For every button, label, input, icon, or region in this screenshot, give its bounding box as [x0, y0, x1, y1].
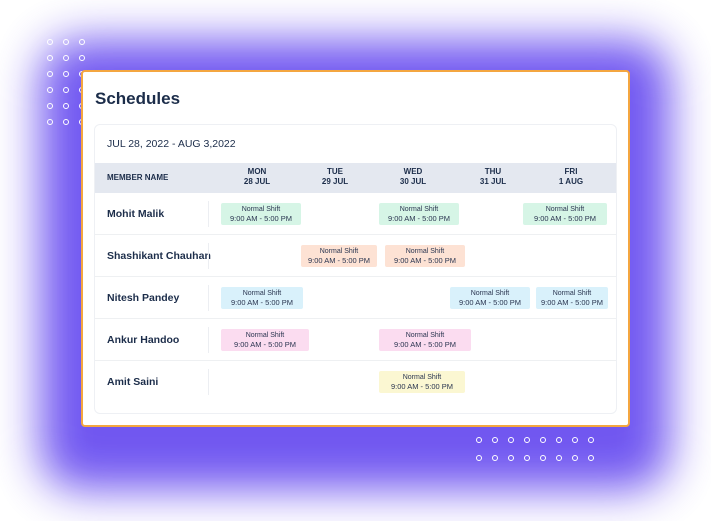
decorative-dot	[588, 455, 594, 461]
shift-label: Normal Shift	[242, 290, 282, 297]
shift-time: 9:00 AM - 5:00 PM	[387, 214, 451, 223]
day-date: 30 JUL	[399, 177, 427, 186]
decorative-dot	[476, 455, 482, 461]
decorative-dot	[47, 71, 53, 77]
shift-label: Normal Shift	[552, 290, 592, 297]
member-name: Ankur Handoo	[107, 334, 180, 346]
shift-block[interactable]: Normal Shift 9:00 AM - 5:00 PM	[450, 287, 530, 309]
shift-time: 9:00 AM - 5:00 PM	[229, 214, 293, 223]
decorative-dot	[476, 437, 482, 443]
decorative-dot	[79, 55, 85, 61]
shift-label: Normal Shift	[470, 290, 510, 297]
day-header-wed: WED 30 JUL	[373, 163, 453, 193]
shift-label: Normal Shift	[545, 206, 585, 213]
shift-time: 9:00 AM - 5:00 PM	[393, 340, 457, 349]
day-header-thu: THU 31 JUL	[453, 163, 533, 193]
shift-block[interactable]: Normal Shift 9:00 AM - 5:00 PM	[379, 203, 459, 225]
day-header-mon: MON 28 JUL	[215, 163, 299, 193]
date-range[interactable]: JUL 28, 2022 - AUG 3,2022	[107, 138, 236, 150]
decorative-dot	[524, 437, 530, 443]
table-row: Nitesh Pandey Normal Shift 9:00 AM - 5:0…	[95, 277, 616, 319]
decorative-dot	[47, 39, 53, 45]
schedules-card: Schedules JUL 28, 2022 - AUG 3,2022 MEMB…	[81, 70, 630, 427]
decorative-dot	[524, 455, 530, 461]
decorative-dot	[63, 103, 69, 109]
shift-block[interactable]: Normal Shift 9:00 AM - 5:00 PM	[536, 287, 608, 309]
shift-time: 9:00 AM - 5:00 PM	[533, 214, 597, 223]
shift-block[interactable]: Normal Shift 9:00 AM - 5:00 PM	[379, 329, 471, 351]
shift-time: 9:00 AM - 5:00 PM	[458, 298, 522, 307]
decorative-dot	[508, 455, 514, 461]
table-row: Ankur Handoo Normal Shift 9:00 AM - 5:00…	[95, 319, 616, 361]
decorative-dot	[63, 55, 69, 61]
day-date: 31 JUL	[479, 177, 507, 186]
shift-label: Normal Shift	[405, 332, 445, 339]
day-name: MON	[247, 167, 267, 176]
day-name: TUE	[327, 167, 343, 176]
shift-time: 9:00 AM - 5:00 PM	[393, 256, 457, 265]
day-header-fri: FRI 1 AUG	[531, 163, 611, 193]
day-header-tue: TUE 29 JUL	[295, 163, 375, 193]
decorative-dot	[540, 437, 546, 443]
shift-block[interactable]: Normal Shift 9:00 AM - 5:00 PM	[221, 287, 303, 309]
page-title: Schedules	[95, 89, 181, 108]
day-name: FRI	[564, 167, 578, 176]
decorative-dot	[63, 39, 69, 45]
member-name: Shashikant Chauhan	[107, 250, 211, 262]
decorative-dot	[63, 71, 69, 77]
shift-block[interactable]: Normal Shift 9:00 AM - 5:00 PM	[221, 203, 301, 225]
day-date: 28 JUL	[243, 177, 271, 186]
decorative-dot	[556, 455, 562, 461]
day-name: WED	[403, 167, 423, 176]
row-divider	[208, 369, 209, 395]
row-divider	[208, 243, 209, 269]
shift-block[interactable]: Normal Shift 9:00 AM - 5:00 PM	[301, 245, 377, 267]
shift-block[interactable]: Normal Shift 9:00 AM - 5:00 PM	[221, 329, 309, 351]
shift-block[interactable]: Normal Shift 9:00 AM - 5:00 PM	[385, 245, 465, 267]
shift-time: 9:00 AM - 5:00 PM	[540, 298, 604, 307]
row-divider	[208, 285, 209, 311]
schedule-table-container: JUL 28, 2022 - AUG 3,2022 MEMBER NAME MO…	[94, 124, 617, 414]
member-name-header: MEMBER NAME	[107, 173, 169, 182]
decorative-dot	[588, 437, 594, 443]
shift-label: Normal Shift	[319, 248, 359, 255]
decorative-dot	[47, 55, 53, 61]
shift-label: Normal Shift	[405, 248, 445, 255]
decorative-dot	[492, 437, 498, 443]
member-name: Mohit Malik	[107, 208, 165, 220]
member-name: Nitesh Pandey	[107, 292, 180, 304]
decorative-dot	[47, 119, 53, 125]
decorative-dot	[47, 103, 53, 109]
shift-label: Normal Shift	[245, 332, 285, 339]
shift-time: 9:00 AM - 5:00 PM	[390, 382, 454, 391]
decorative-dot	[492, 455, 498, 461]
table-row: Shashikant Chauhan Normal Shift 9:00 AM …	[95, 235, 616, 277]
decorative-dot	[572, 437, 578, 443]
decorative-dot	[79, 39, 85, 45]
table-row: Amit Saini Normal Shift 9:00 AM - 5:00 P…	[95, 361, 616, 403]
day-date: 29 JUL	[321, 177, 349, 186]
table-row: Mohit Malik Normal Shift 9:00 AM - 5:00 …	[95, 193, 616, 235]
table-header: MEMBER NAME MON 28 JUL TUE 29 JUL WED 30…	[95, 163, 616, 193]
row-divider	[208, 201, 209, 227]
decorative-dot	[540, 455, 546, 461]
shift-time: 9:00 AM - 5:00 PM	[230, 298, 294, 307]
shift-label: Normal Shift	[402, 374, 442, 381]
decorative-dot	[47, 87, 53, 93]
shift-block[interactable]: Normal Shift 9:00 AM - 5:00 PM	[379, 371, 465, 393]
decorative-dot	[63, 87, 69, 93]
decorative-dot	[508, 437, 514, 443]
shift-label: Normal Shift	[399, 206, 439, 213]
decorative-dot	[556, 437, 562, 443]
decorative-dot	[572, 455, 578, 461]
shift-time: 9:00 AM - 5:00 PM	[307, 256, 371, 265]
shift-time: 9:00 AM - 5:00 PM	[233, 340, 297, 349]
row-divider	[208, 327, 209, 353]
day-name: THU	[484, 167, 502, 176]
day-date: 1 AUG	[558, 177, 584, 186]
decorative-dot	[63, 119, 69, 125]
member-name: Amit Saini	[107, 376, 159, 388]
shift-label: Normal Shift	[241, 206, 281, 213]
shift-block[interactable]: Normal Shift 9:00 AM - 5:00 PM	[523, 203, 607, 225]
